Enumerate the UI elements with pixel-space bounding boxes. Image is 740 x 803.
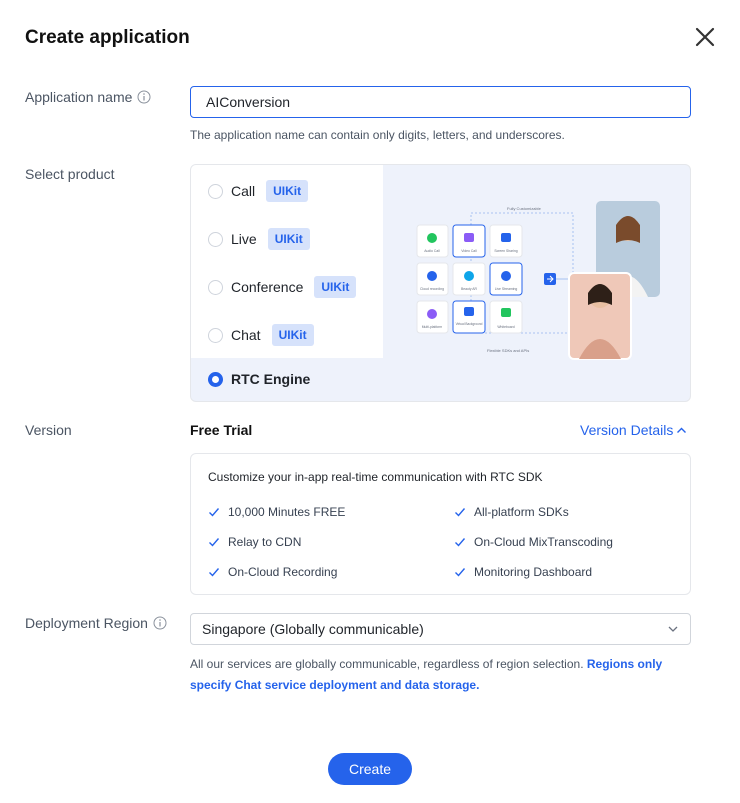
- product-selector: Call UIKit Live UIKit Conference UIKit C…: [190, 164, 691, 402]
- product-name: Chat: [231, 327, 261, 343]
- tile-label: Whiteboard: [497, 325, 514, 329]
- rtc-engine-illustration: Fully Customizable Flexible SDKs and API…: [416, 201, 660, 360]
- product-option-call[interactable]: Call UIKit: [208, 180, 309, 202]
- uikit-badge: UIKit: [271, 324, 314, 346]
- deployment-region-select[interactable]: Singapore (Globally communicable): [190, 613, 691, 645]
- info-icon[interactable]: [153, 616, 167, 630]
- check-icon: [455, 508, 466, 517]
- product-option-rtc-engine[interactable]: RTC Engine: [208, 371, 310, 387]
- tile-label: Virtual Background: [456, 322, 483, 326]
- region-note: All our services are globally communicab…: [190, 657, 663, 692]
- radio-button[interactable]: [208, 279, 223, 295]
- tile-label: Live Streaming: [495, 287, 518, 291]
- tile-label: Screen Sharing: [494, 249, 517, 253]
- version-details-link[interactable]: Version Details: [580, 422, 687, 438]
- feature-item: All-platform SDKs: [454, 505, 569, 519]
- product-name: Call: [231, 183, 256, 199]
- info-icon[interactable]: [137, 90, 151, 104]
- check-icon: [209, 568, 220, 577]
- select-product-label: Select product: [25, 166, 115, 182]
- version-features-panel: Customize your in-app real-time communic…: [190, 453, 691, 595]
- illustration-bottom-caption: Flexible SDKs and APIs: [487, 348, 529, 353]
- tile-label: Beauty AR: [461, 287, 478, 291]
- product-option-chat[interactable]: Chat UIKit: [208, 324, 314, 346]
- radio-button[interactable]: [208, 327, 223, 343]
- uikit-badge: UIKit: [314, 276, 357, 298]
- create-button[interactable]: Create: [328, 753, 412, 785]
- app-name-hint: The application name can contain only di…: [190, 128, 565, 142]
- tile-label: Cloud recording: [420, 287, 444, 291]
- version-label: Version: [25, 422, 72, 438]
- app-name-input[interactable]: [190, 86, 691, 118]
- deployment-region-label: Deployment Region: [25, 615, 167, 631]
- radio-button[interactable]: [208, 231, 223, 247]
- check-icon: [209, 538, 220, 547]
- version-box-title: Customize your in-app real-time communic…: [208, 470, 543, 484]
- tile-label: Multi-platform: [422, 325, 443, 329]
- uikit-badge: UIKit: [267, 228, 310, 250]
- product-name: Conference: [231, 279, 304, 295]
- product-name: Live: [231, 231, 257, 247]
- illustration-top-caption: Fully Customizable: [507, 206, 542, 211]
- feature-item: 10,000 Minutes FREE: [208, 505, 345, 519]
- uikit-badge: UIKit: [266, 180, 309, 202]
- check-icon: [455, 568, 466, 577]
- feature-item: On-Cloud MixTranscoding: [454, 535, 613, 549]
- app-name-label: Application name: [25, 89, 151, 105]
- product-name: RTC Engine: [231, 371, 311, 387]
- close-icon[interactable]: [693, 25, 717, 49]
- check-icon: [455, 538, 466, 547]
- check-icon: [209, 508, 220, 517]
- tile-label: Video Call: [461, 249, 477, 253]
- product-option-live[interactable]: Live UIKit: [208, 228, 310, 250]
- chevron-down-icon: [668, 626, 678, 632]
- dialog-title: Create application: [25, 27, 190, 48]
- product-option-conference[interactable]: Conference UIKit: [208, 276, 357, 298]
- feature-item: Relay to CDN: [208, 535, 301, 549]
- region-value: Singapore (Globally communicable): [202, 621, 424, 637]
- radio-button[interactable]: [208, 183, 223, 199]
- feature-item: Monitoring Dashboard: [454, 565, 592, 579]
- chevron-up-icon: [677, 427, 687, 433]
- version-plan: Free Trial: [190, 422, 253, 438]
- feature-item: On-Cloud Recording: [208, 565, 337, 579]
- tile-label: Audio Call: [424, 249, 440, 253]
- radio-button-checked[interactable]: [208, 371, 223, 387]
